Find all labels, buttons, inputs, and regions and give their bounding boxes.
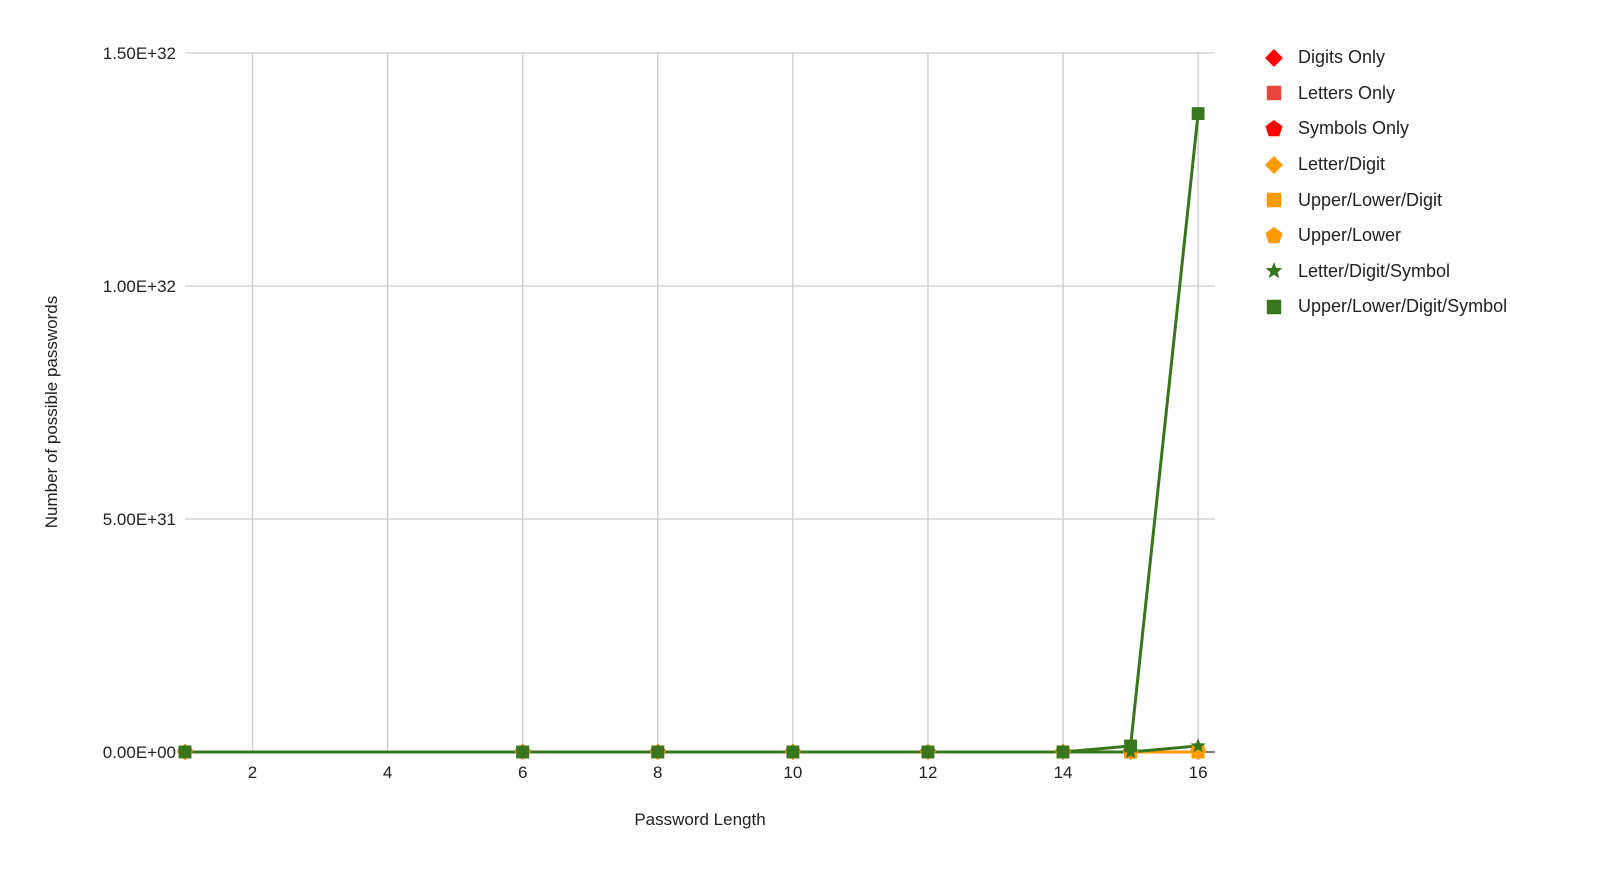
star-marker-icon [1265,262,1283,279]
diamond-marker-icon [1265,48,1283,67]
legend-label: Digits Only [1298,47,1386,68]
legend-item: Upper/Lower [1262,218,1507,254]
legend-label: Letters Only [1298,82,1396,103]
x-tick-label: 8 [653,763,662,782]
x-tick-label: 10 [783,763,802,782]
legend-item: Letter/Digit [1262,147,1507,183]
legend-item: Digits Only [1262,40,1507,76]
data-point [651,745,665,759]
square-marker-icon [1266,299,1282,315]
legend-label: Symbols Only [1298,118,1410,139]
series-markers [177,107,1207,760]
y-tick-label: 0.00E+00 [103,743,176,762]
legend-item: Upper/Lower/Digit [1262,182,1507,218]
x-axis-ticks: 2 4 6 8 10 12 14 16 [248,763,1208,782]
data-point [178,745,192,759]
series-lines [185,113,1200,754]
legend-label: Upper/Lower/Digit/Symbol [1298,296,1508,317]
x-tick-label: 16 [1189,763,1208,782]
legend-label: Letter/Digit [1298,154,1386,175]
legend-item: Letter/Digit/Symbol [1262,254,1507,290]
data-point [786,745,800,759]
legend-label: Upper/Lower/Digit [1298,189,1443,210]
y-tick-label: 1.50E+32 [103,44,176,63]
legend-label: Upper/Lower [1298,225,1402,246]
square-marker-icon [1266,86,1282,101]
pentagon-marker-icon [1265,119,1283,137]
grid [185,52,1215,753]
diamond-marker-icon [1265,155,1283,174]
x-axis-label: Password Length [634,810,766,829]
y-tick-label: 1.00E+32 [103,277,176,296]
y-tick-label: 5.00E+31 [103,510,176,529]
legend-label: Letter/Digit/Symbol [1298,260,1451,281]
y-axis-ticks: 0.00E+00 5.00E+31 1.00E+32 1.50E+32 [103,44,176,762]
square-marker-icon [1266,192,1282,208]
legend: Digits Only Letters Only Symbols Only Lette… [1262,40,1507,325]
legend-item: Symbols Only [1262,111,1507,147]
x-tick-label: 14 [1054,763,1073,782]
data-point [1191,107,1205,120]
data-point [1124,739,1137,753]
series-line-7 [185,113,1200,754]
x-tick-label: 2 [248,763,257,782]
data-point [516,745,530,759]
legend-item: Upper/Lower/Digit/Symbol [1262,289,1507,325]
x-tick-label: 4 [383,763,392,782]
data-point [921,745,935,759]
pentagon-marker-icon [1265,226,1283,244]
x-tick-label: 6 [518,763,527,782]
legend-item: Letters Only [1262,76,1507,112]
x-tick-label: 12 [918,763,937,782]
y-axis-label: Number of possible passwords [42,295,61,529]
data-point [1056,745,1070,759]
